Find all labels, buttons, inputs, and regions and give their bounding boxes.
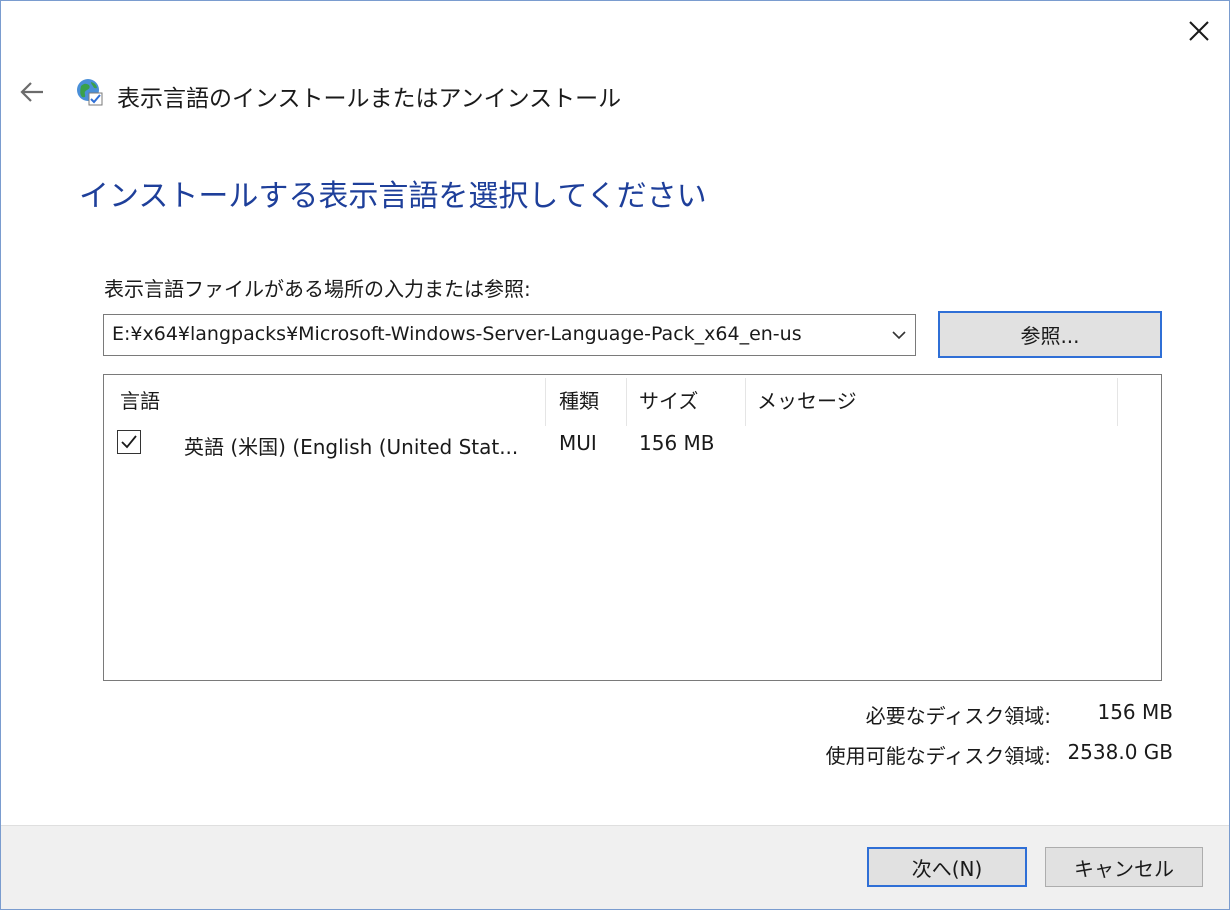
next-button[interactable]: 次へ(N) — [867, 847, 1027, 887]
column-header-message[interactable]: メッセージ — [757, 385, 857, 414]
checkmark-icon — [121, 435, 137, 449]
path-combobox[interactable]: E:¥x64¥langpacks¥Microsoft-Windows-Serve… — [103, 314, 916, 356]
column-header-language[interactable]: 言語 — [120, 385, 160, 414]
path-input[interactable]: E:¥x64¥langpacks¥Microsoft-Windows-Serve… — [112, 323, 882, 345]
window-title: 表示言語のインストールまたはアンインストール — [117, 86, 622, 112]
row-type: MUI — [559, 431, 597, 455]
required-space-value: 156 MB — [1097, 700, 1173, 724]
close-icon — [1189, 21, 1209, 41]
browse-button[interactable]: 参照... — [938, 311, 1162, 358]
globe-language-icon — [77, 79, 103, 106]
back-button[interactable] — [17, 77, 47, 107]
back-arrow-icon — [20, 82, 43, 102]
dialog-footer: 次へ(N) キャンセル — [1, 825, 1229, 909]
column-divider[interactable] — [545, 378, 546, 426]
row-size: 156 MB — [639, 431, 715, 455]
cancel-button[interactable]: キャンセル — [1045, 847, 1203, 887]
close-button[interactable] — [1175, 7, 1223, 55]
language-checkbox[interactable] — [117, 430, 141, 454]
column-divider[interactable] — [626, 378, 627, 426]
row-language: 英語 (米国) (English (United Stat... — [184, 435, 519, 459]
chevron-down-icon[interactable] — [889, 325, 909, 345]
language-list[interactable]: 言語 種類 サイズ メッセージ 英語 (米国) (English (United… — [103, 374, 1162, 681]
available-space-value: 2538.0 GB — [1067, 740, 1173, 764]
column-divider[interactable] — [1117, 378, 1118, 426]
available-space-label: 使用可能なディスク領域: — [825, 744, 1051, 768]
required-space-label: 必要なディスク領域: — [865, 704, 1051, 728]
page-heading: インストールする表示言語を選択してください — [79, 179, 707, 214]
column-divider[interactable] — [745, 378, 746, 426]
column-header-type[interactable]: 種類 — [559, 385, 599, 414]
column-header-size[interactable]: サイズ — [639, 385, 698, 414]
path-label: 表示言語ファイルがある場所の入力または参照: — [104, 277, 531, 301]
language-install-window: 表示言語のインストールまたはアンインストール インストールする表示言語を選択して… — [0, 0, 1230, 910]
